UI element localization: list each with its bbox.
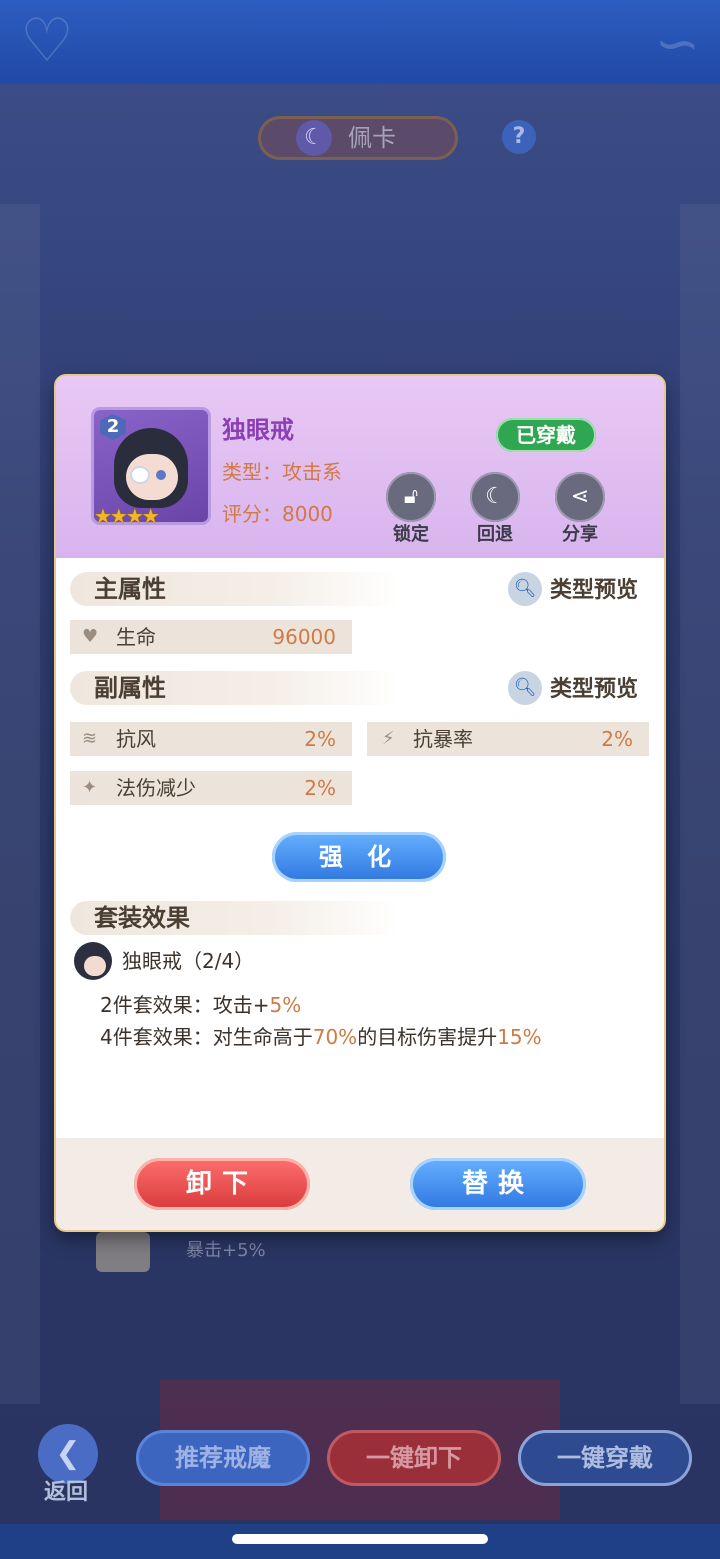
set-avatar	[74, 942, 112, 980]
stat-value: 2%	[304, 727, 336, 751]
revert-icon[interactable]: ☾	[470, 472, 520, 522]
stat-name: 法伤减少	[116, 776, 196, 800]
avatar-eye	[156, 470, 166, 480]
stat-value: 2%	[304, 776, 336, 800]
back-button-label[interactable]: 返回	[44, 1474, 88, 1506]
shield-icon: ✦	[82, 777, 98, 798]
revert-label[interactable]: 回退	[465, 520, 525, 546]
item-type: 类型：攻击系	[222, 460, 342, 484]
share-label[interactable]: 分享	[550, 520, 610, 546]
help-button[interactable]: ?	[502, 120, 536, 154]
set-name: 独眼戒（2/4）	[122, 949, 255, 973]
share-icon[interactable]: ⋖	[555, 472, 605, 522]
background-stat-text: 暴击+5%	[186, 1240, 266, 1261]
stat-name: 生命	[116, 625, 156, 649]
item-score: 评分：8000	[222, 502, 333, 526]
item-name: 独眼戒	[222, 416, 294, 444]
star-rating: ★★★★	[94, 504, 160, 528]
wind-icon: ≋	[82, 728, 98, 749]
recommend-ring-button[interactable]: 推荐戒魔	[136, 1430, 310, 1486]
equipped-badge: 已穿戴	[496, 418, 596, 452]
search-icon[interactable]: 🔍︎	[508, 572, 542, 606]
set-effect-title: 套装效果	[94, 904, 190, 932]
background-avatar	[96, 1232, 150, 1272]
stat-value: 96000	[272, 625, 336, 649]
main-attr-title: 主属性	[94, 575, 166, 603]
page-title: 佩卡	[348, 124, 396, 152]
heart-deco-icon: ♡	[20, 6, 74, 76]
set-avatar-face	[84, 956, 106, 976]
unequip-button[interactable]: 卸下	[134, 1158, 310, 1210]
stat-value: 2%	[601, 727, 633, 751]
lock-icon[interactable]: 🔓︎	[386, 472, 436, 522]
lock-label[interactable]: 锁定	[381, 520, 441, 546]
pillar-right	[680, 204, 720, 1404]
set-4-piece-text: 4件套效果：对生命高于	[100, 1025, 313, 1049]
pillar-left	[0, 204, 40, 1404]
set-2-piece-value: 5%	[269, 993, 302, 1017]
set-2-piece-effect: 2件套效果：攻击+5%	[100, 990, 301, 1020]
status-bar-area: ♡ ∽	[0, 0, 720, 84]
item-detail-modal: 2 ★★★★ 独眼戒 类型：攻击系 评分：8000 已穿戴 🔓︎ 锁定 ☾ 回退…	[56, 376, 664, 1230]
stat-name: 抗暴率	[413, 727, 473, 751]
crescent-icon: ☾	[296, 120, 332, 156]
set-2-piece-text: 2件套效果：攻击+	[100, 993, 270, 1017]
swirl-deco-icon: ∽	[654, 12, 700, 75]
replace-button[interactable]: 替换	[410, 1158, 586, 1210]
sub-attr-title: 副属性	[94, 674, 166, 702]
home-indicator[interactable]	[232, 1534, 488, 1544]
heart-icon: ♥	[82, 626, 99, 647]
sub-type-preview-button[interactable]: 类型预览	[550, 673, 638, 707]
stat-name: 抗风	[116, 727, 156, 751]
avatar-eyepatch	[132, 468, 148, 482]
main-type-preview-button[interactable]: 类型预览	[550, 574, 638, 608]
set-4-piece-text-middle: 的目标伤害提升	[357, 1025, 498, 1049]
unequip-all-button[interactable]: 一键卸下	[327, 1430, 501, 1486]
crit-icon: ⚡	[382, 728, 395, 749]
set-4-piece-threshold: 70%	[312, 1025, 358, 1049]
search-icon[interactable]: 🔍︎	[508, 671, 542, 705]
set-4-piece-value: 15%	[497, 1025, 542, 1049]
equip-all-button[interactable]: 一键穿戴	[518, 1430, 692, 1486]
enhance-button[interactable]: 强 化	[272, 832, 446, 882]
set-4-piece-effect: 4件套效果：对生命高于70%的目标伤害提升15%	[100, 1022, 542, 1052]
